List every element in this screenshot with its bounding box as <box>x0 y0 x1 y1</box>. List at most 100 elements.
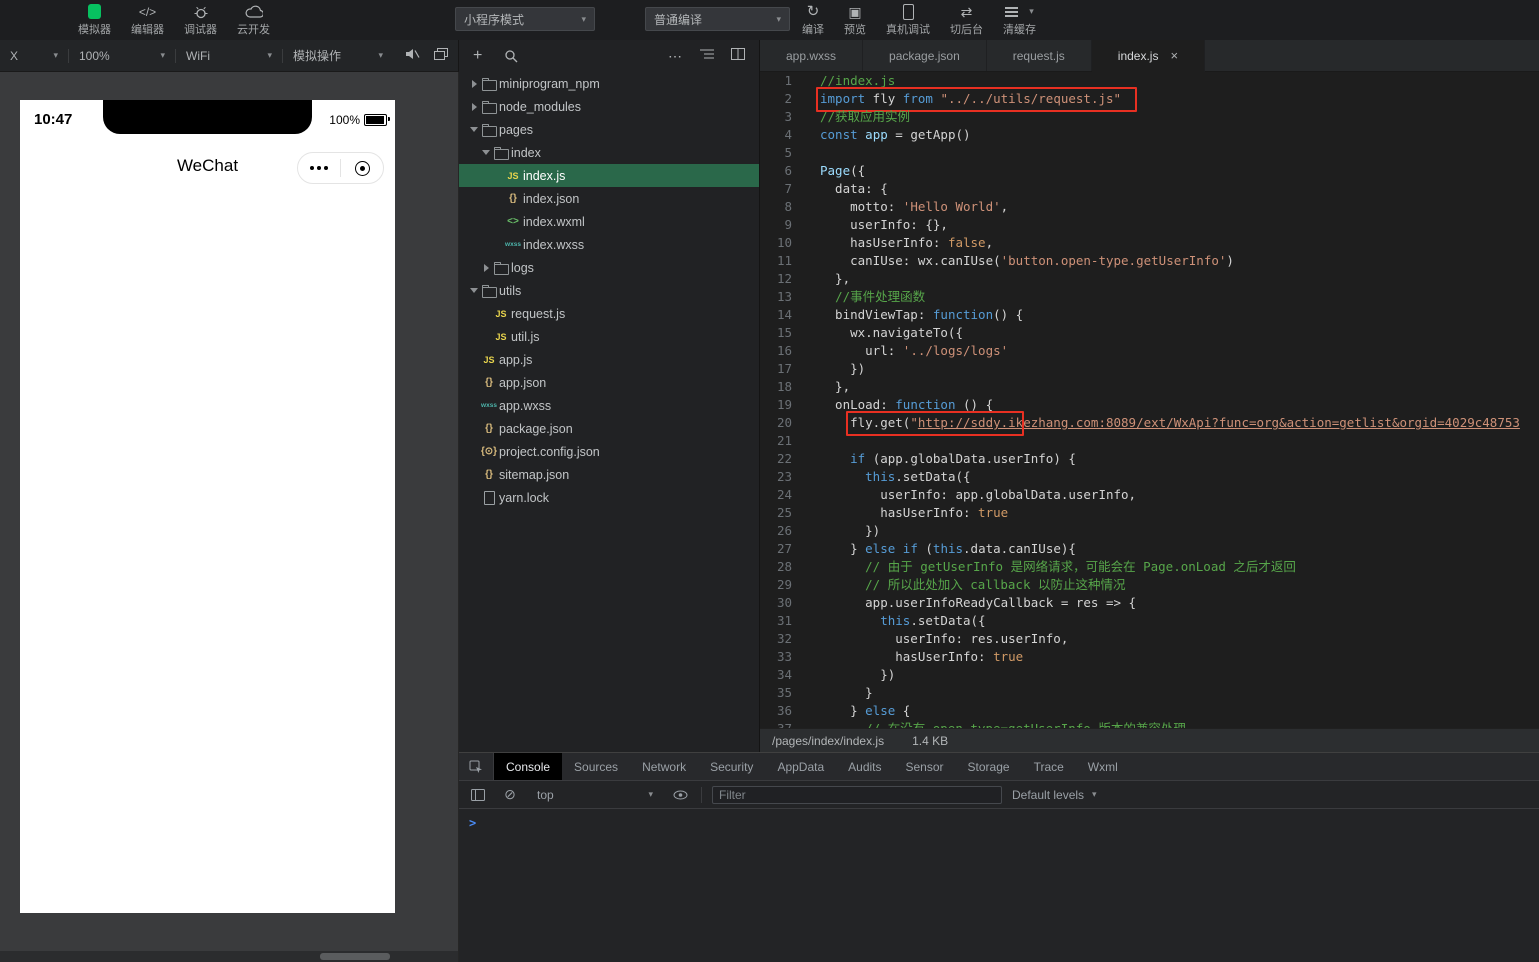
toolbar-icon-slot <box>191 3 211 20</box>
devtools-tab-appdata[interactable]: AppData <box>765 753 836 780</box>
tree-item-index.wxml[interactable]: <>index.wxml <box>459 210 759 233</box>
devtools-tab-audits[interactable]: Audits <box>836 753 893 780</box>
code-text: } else { <box>806 702 1539 720</box>
mute-speaker-icon[interactable] <box>405 48 420 63</box>
editor-tab-app.wxss[interactable]: app.wxss <box>760 40 863 71</box>
tree-item-index.wxss[interactable]: wxssindex.wxss <box>459 233 759 256</box>
toolbar-button-editor[interactable]: </>编辑器 <box>121 0 174 40</box>
line-number: 37 <box>760 720 806 728</box>
toolbar-button-real-device[interactable]: 真机调试 <box>876 0 940 40</box>
outline-icon[interactable] <box>700 47 714 65</box>
toolbar-button-clear-cache[interactable]: ▾清缓存 <box>993 0 1046 40</box>
devtools-tab-trace[interactable]: Trace <box>1022 753 1076 780</box>
tree-item-logs[interactable]: logs <box>459 256 759 279</box>
tree-item-project.config.json[interactable]: {⊙}project.config.json <box>459 440 759 463</box>
toolbar-button-simulator[interactable]: 模拟器 <box>68 0 121 40</box>
context-select[interactable]: top ▾ <box>531 785 659 805</box>
editor-tab-index.js[interactable]: index.js× <box>1092 40 1205 72</box>
close-icon[interactable]: × <box>1170 48 1178 63</box>
tree-item-index[interactable]: index <box>459 141 759 164</box>
compile-mode-select[interactable]: 普通编译 ▾ <box>645 7 790 31</box>
tree-item-app.js[interactable]: JSapp.js <box>459 348 759 371</box>
devtools-tab-sources[interactable]: Sources <box>562 753 630 780</box>
code-line: 16 url: '../logs/logs' <box>760 342 1539 360</box>
toolbar-left-group: 模拟器</>编辑器调试器云开发 <box>68 0 280 40</box>
tree-item-app.json[interactable]: {}app.json <box>459 371 759 394</box>
device-select[interactable]: X ▾ <box>0 40 68 71</box>
tree-item-index.json[interactable]: {}index.json <box>459 187 759 210</box>
tree-item-pages[interactable]: pages <box>459 118 759 141</box>
tree-item-sitemap.json[interactable]: {}sitemap.json <box>459 463 759 486</box>
toolbar-button-preview[interactable]: ▣预览 <box>834 0 876 40</box>
file-tree: miniprogram_npmnode_modulespagesindexJSi… <box>459 72 759 752</box>
eye-icon[interactable] <box>669 784 691 806</box>
tree-item-yarn.lock[interactable]: yarn.lock <box>459 486 759 509</box>
toolbar-icon-slot: ⇄ <box>957 3 977 20</box>
line-number: 28 <box>760 558 806 576</box>
more-actions-icon[interactable]: ⋯ <box>668 48 683 65</box>
code-text: onLoad: function () { <box>806 396 1539 414</box>
devtools-tab-sensor[interactable]: Sensor <box>894 753 956 780</box>
debugger-panel: ConsoleSourcesNetworkSecurityAppDataAudi… <box>459 752 1539 962</box>
code-line: 31 this.setData({ <box>760 612 1539 630</box>
code-text: // 由于 getUserInfo 是网络请求，可能会在 Page.onLoad… <box>806 558 1539 576</box>
code-text: Page({ <box>806 162 1539 180</box>
folder-icon <box>482 103 497 114</box>
devtools-tab-storage[interactable]: Storage <box>956 753 1022 780</box>
scrollbar-thumb[interactable] <box>320 953 390 960</box>
chevron-down-icon[interactable] <box>481 150 491 155</box>
tree-item-utils[interactable]: utils <box>459 279 759 302</box>
code-text: // 所以此处加入 callback 以防止这种情况 <box>806 576 1539 594</box>
search-icon[interactable] <box>504 49 518 63</box>
code-text: hasUserInfo: true <box>806 504 1539 522</box>
console-toolbar: ⊘ top ▾ Default levels ▾ <box>459 781 1539 809</box>
folder-icon <box>494 264 509 275</box>
toolbar-button-debugger[interactable]: 调试器 <box>174 0 227 40</box>
toolbar-button-compile[interactable]: ↻编译 <box>792 0 834 40</box>
tree-item-miniprogram_npm[interactable]: miniprogram_npm <box>459 72 759 95</box>
tree-item-request.js[interactable]: JSrequest.js <box>459 302 759 325</box>
mode-select[interactable]: 小程序模式 ▾ <box>455 7 595 31</box>
editor-tab-request.js[interactable]: request.js <box>987 40 1092 71</box>
tree-item-node_modules[interactable]: node_modules <box>459 95 759 118</box>
tree-item-index.js[interactable]: JSindex.js <box>459 164 759 187</box>
inspect-element-icon[interactable] <box>459 753 494 780</box>
simulate-action-select[interactable]: 模拟操作 ▾ <box>283 40 393 71</box>
more-menu-button[interactable] <box>298 166 340 170</box>
close-miniprogram-button[interactable] <box>341 161 383 176</box>
chevron-down-icon[interactable] <box>469 127 479 132</box>
log-levels-select[interactable]: Default levels ▾ <box>1012 788 1097 802</box>
split-editor-icon[interactable] <box>731 47 745 65</box>
editor-tab-package.json[interactable]: package.json <box>863 40 987 71</box>
tree-item-label: app.json <box>499 376 546 390</box>
tree-item-label: app.wxss <box>499 399 551 413</box>
devtools-tab-console[interactable]: Console <box>494 753 562 780</box>
devtools-tab-wxml[interactable]: Wxml <box>1076 753 1130 780</box>
tree-item-util.js[interactable]: JSutil.js <box>459 325 759 348</box>
toolbar-icon-slot <box>898 3 918 20</box>
chevron-right-icon[interactable] <box>481 264 491 272</box>
tree-item-package.json[interactable]: {}package.json <box>459 417 759 440</box>
console-sidebar-icon[interactable] <box>467 784 489 806</box>
add-file-icon[interactable]: + <box>473 48 482 64</box>
devtools-tab-network[interactable]: Network <box>630 753 698 780</box>
console-output[interactable]: > <box>459 809 1539 837</box>
chevron-right-icon[interactable] <box>469 80 479 88</box>
chevron-down-icon[interactable] <box>469 288 479 293</box>
devtools-tab-security[interactable]: Security <box>698 753 765 780</box>
code-area[interactable]: 1//index.js2import fly from "../../utils… <box>760 72 1539 728</box>
zoom-select[interactable]: 100% ▾ <box>69 40 175 71</box>
chevron-right-icon[interactable] <box>469 103 479 111</box>
tree-item-label: utils <box>499 284 521 298</box>
console-filter-input[interactable] <box>712 786 1002 804</box>
code-text: data: { <box>806 180 1539 198</box>
chevron-down-icon: ▾ <box>581 14 586 25</box>
toolbar-button-background[interactable]: ⇄切后台 <box>940 0 993 40</box>
code-line: 4const app = getApp() <box>760 126 1539 144</box>
code-line: 1//index.js <box>760 72 1539 90</box>
toolbar-button-cloud-dev[interactable]: 云开发 <box>227 0 280 40</box>
separate-window-icon[interactable] <box>434 48 448 63</box>
network-select[interactable]: WiFi ▾ <box>176 40 282 71</box>
tree-item-app.wxss[interactable]: wxssapp.wxss <box>459 394 759 417</box>
clear-console-icon[interactable]: ⊘ <box>499 784 521 806</box>
